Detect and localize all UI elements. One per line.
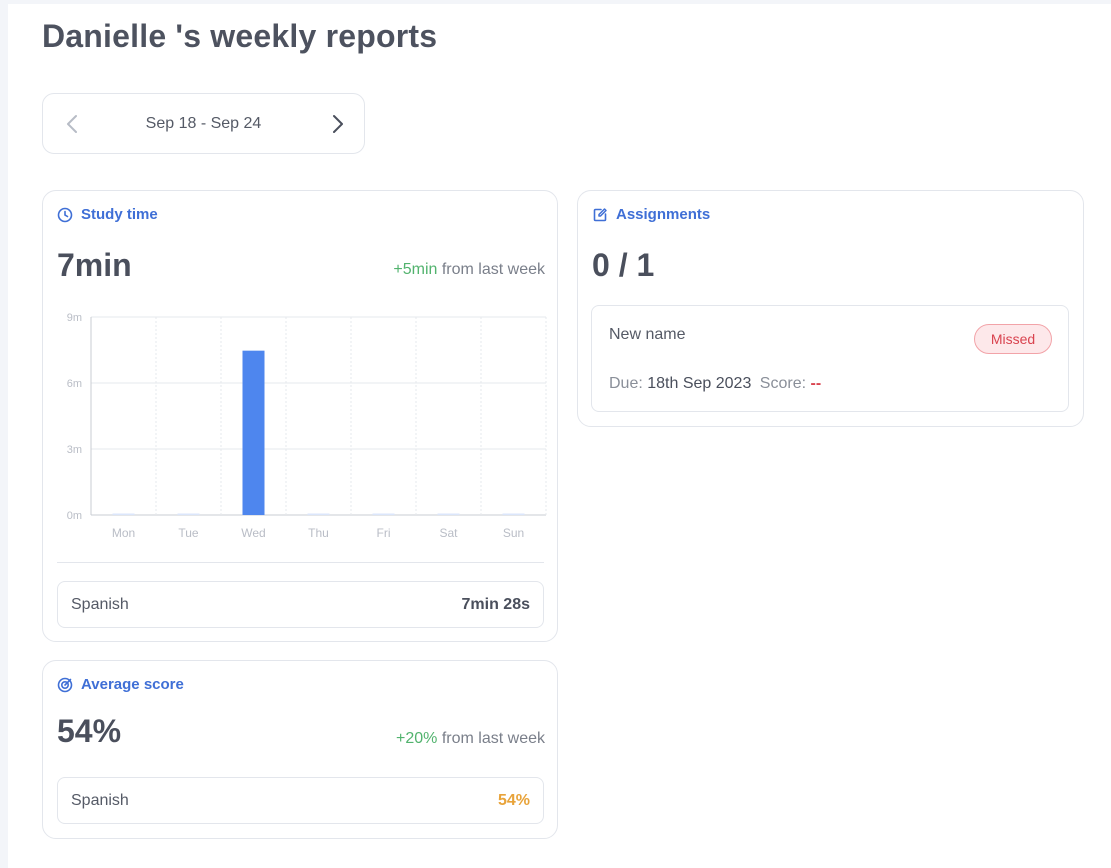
bar-tue [177,513,200,515]
study-time-card: Study time 7min +5min from last week 0m 3… [42,190,558,642]
average-score-delta: +20% from last week [396,730,545,748]
x-tick-label: Sun [503,526,524,540]
subject-label: Spanish [71,596,129,613]
study-time-chart: 0m 3m 6m 9m Mon Tue Wed Thu Fri Sat Sun [67,312,547,540]
due-label: Due: [609,375,643,392]
week-selector: Sep 18 - Sep 24 [42,93,365,154]
average-score-heading: Average score [57,676,184,693]
assignments-card: Assignments 0 / 1 New name Missed Due: 1… [577,190,1084,427]
study-time-delta-value: +5min [393,261,438,278]
week-range-label: Sep 18 - Sep 24 [145,115,262,132]
average-score-delta-value: +20% [396,730,438,747]
x-tick-label: Fri [377,526,391,540]
x-tick-label: Tue [178,526,199,540]
average-score-card: Average score 54% +20% from last week Sp… [42,660,558,839]
study-time-delta: +5min from last week [393,261,545,279]
study-time-delta-suffix: from last week [441,261,545,278]
x-tick-label: Wed [241,526,265,540]
bar-fri [372,513,395,515]
bar-thu [307,513,330,515]
assignment-name: New name [609,326,686,343]
study-time-divider [57,562,544,563]
page-title: Danielle 's weekly reports [42,18,438,54]
subject-time: 7min 28s [461,596,530,613]
subject-score: 54% [497,792,530,809]
assignments-heading: Assignments [592,206,710,223]
bar-wed [242,350,265,515]
assignments-label: Assignments [616,206,711,223]
assignment-item[interactable]: New name Missed Due: 18th Sep 2023 Score… [591,305,1069,412]
average-score-total: 54% [57,713,122,749]
assignment-meta: Due: 18th Sep 2023 Score: -- [609,375,821,393]
study-time-subject-row: Spanish 7min 28s [57,581,544,628]
status-badge: Missed [974,324,1052,354]
clock-icon [57,207,73,223]
bar-sun [502,513,525,515]
study-time-total: 7min [57,247,132,283]
edit-icon [592,207,608,223]
average-score-subject-row: Spanish 54% [57,777,544,824]
assignments-count: 0 / 1 [592,247,655,283]
study-time-label: Study time [81,206,158,223]
bar-sat [437,513,460,515]
x-tick-label: Sat [439,526,458,540]
y-tick-label: 6m [67,378,82,390]
chevron-right-icon[interactable] [326,112,348,136]
score-label: Score: [759,375,807,392]
target-icon [57,677,73,693]
average-score-delta-suffix: from last week [441,730,545,747]
average-score-label: Average score [81,676,184,693]
x-tick-label: Thu [308,526,329,540]
study-time-heading: Study time [57,206,158,223]
y-tick-label: 3m [67,444,82,456]
y-tick-label: 9m [67,312,82,324]
report-page: Danielle 's weekly reports Sep 18 - Sep … [8,4,1111,868]
subject-label: Spanish [71,792,129,809]
bar-mon [112,513,135,515]
y-tick-label: 0m [67,510,82,522]
due-date: 18th Sep 2023 [647,375,752,392]
assignment-score: -- [810,375,822,392]
x-tick-label: Mon [112,526,135,540]
